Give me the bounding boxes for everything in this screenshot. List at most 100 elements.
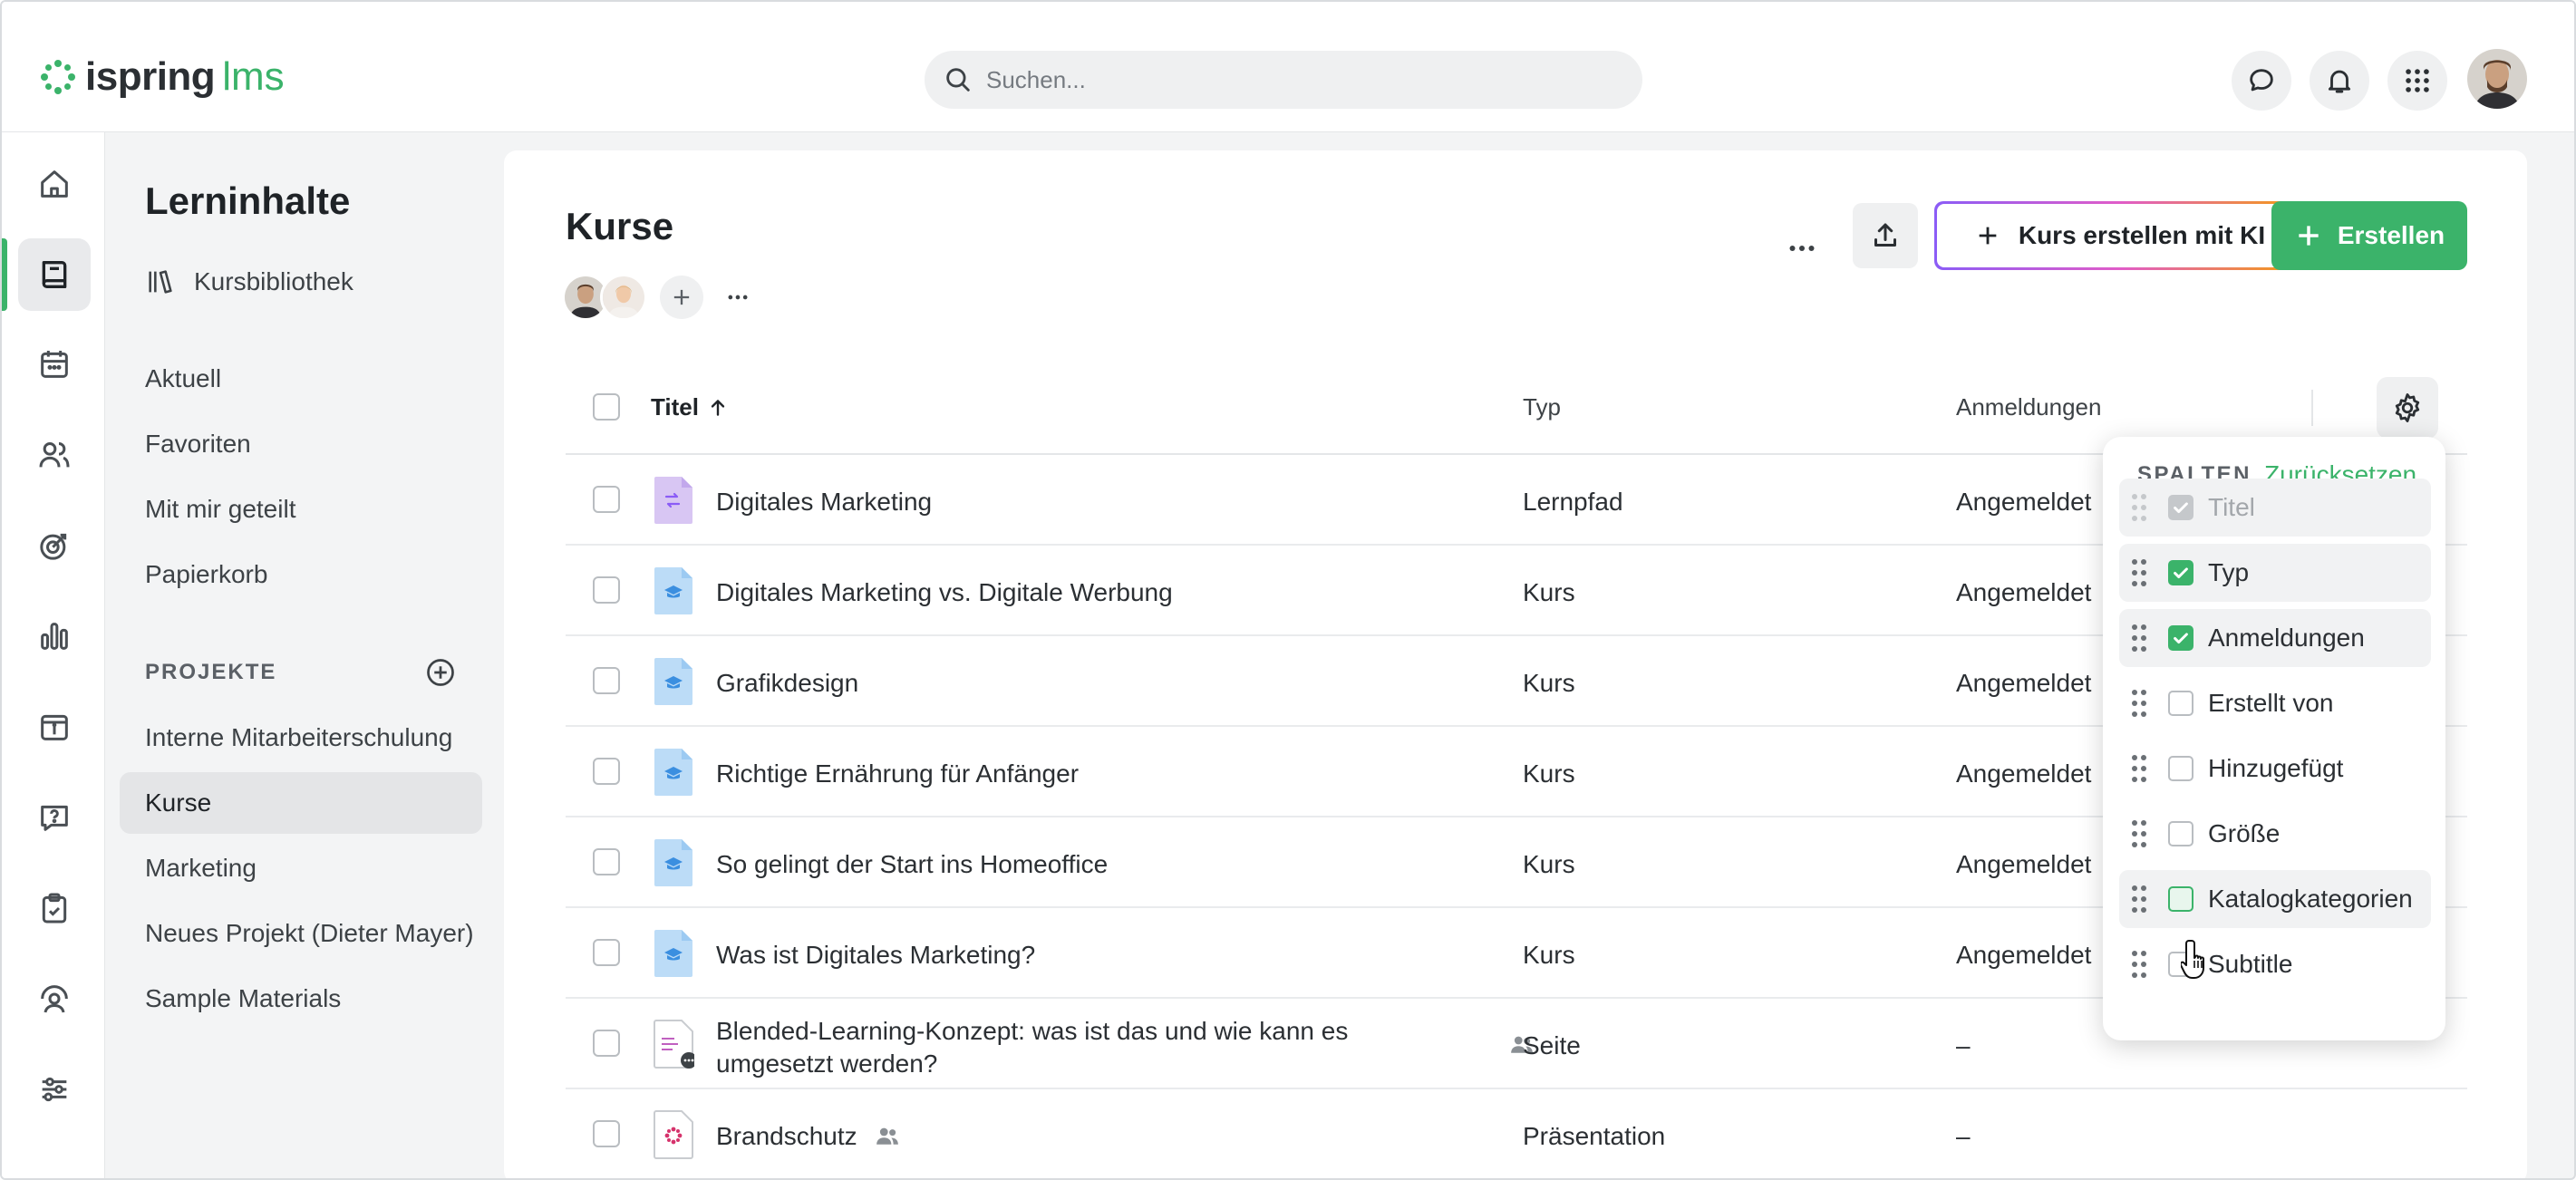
project-item[interactable]: Neues Projekt (Dieter Mayer) [120, 903, 482, 964]
nav-link-shared[interactable]: Mit mir geteilt [145, 495, 295, 524]
table-row[interactable]: Brandschutz Präsentation – [566, 1089, 2467, 1178]
rail-home[interactable] [18, 148, 91, 220]
rail-info[interactable] [18, 691, 91, 763]
row-title[interactable]: Brandschutz [716, 1122, 901, 1151]
row-type: Präsentation [1523, 1122, 1666, 1150]
column-option-checkbox[interactable] [2168, 756, 2193, 781]
project-item[interactable]: Interne Mitarbeiterschulung [120, 707, 482, 769]
rail-reports[interactable] [18, 600, 91, 672]
collaborators-more-button[interactable] [725, 285, 751, 310]
row-title[interactable]: Was ist Digitales Marketing? [716, 941, 1035, 970]
drag-handle-icon[interactable] [2130, 624, 2148, 653]
create-label: Erstellen [2337, 221, 2445, 249]
row-title[interactable]: Digitales Marketing [716, 488, 932, 517]
row-checkbox[interactable] [593, 1120, 620, 1147]
row-checkbox[interactable] [593, 576, 620, 604]
chat-icon [2250, 69, 2273, 92]
row-title[interactable]: So gelingt der Start ins Homeoffice [716, 850, 1108, 879]
column-settings-button[interactable] [2377, 377, 2438, 439]
column-option-checkbox[interactable] [2168, 886, 2193, 912]
chat-button[interactable] [2232, 51, 2291, 111]
page-more-button[interactable] [1773, 219, 1831, 277]
users-icon [39, 442, 70, 468]
rail-questions[interactable] [18, 781, 91, 854]
info-board-icon [41, 714, 68, 740]
nav-link-favorites[interactable]: Favoriten [145, 430, 251, 459]
row-checkbox[interactable] [593, 486, 620, 513]
add-project-icon[interactable] [424, 656, 457, 689]
column-option-checkbox[interactable] [2168, 821, 2193, 846]
apps-button[interactable] [2387, 51, 2447, 111]
notifications-button[interactable] [2310, 51, 2369, 111]
search-input[interactable] [986, 65, 1603, 94]
rail-users[interactable] [18, 419, 91, 491]
column-option[interactable]: Katalogkategorien [2119, 870, 2431, 928]
page-icon [654, 1020, 694, 1069]
drag-handle-icon[interactable] [2130, 885, 2148, 914]
column-option-checkbox[interactable] [2168, 560, 2193, 585]
drag-handle-icon[interactable] [2130, 754, 2148, 783]
column-option[interactable]: Größe [2119, 805, 2431, 863]
rail-tasks[interactable] [18, 872, 91, 944]
course-icon [654, 749, 692, 796]
drag-handle-icon[interactable] [2130, 819, 2148, 848]
course-library-link[interactable]: Kursbibliothek [145, 266, 353, 297]
project-item[interactable]: Marketing [120, 837, 482, 899]
column-option-checkbox[interactable] [2168, 625, 2193, 651]
row-enrollment: Angemeldet [1956, 669, 2092, 697]
rail-goals[interactable] [18, 509, 91, 582]
row-checkbox[interactable] [593, 939, 620, 966]
column-option[interactable]: Subtitle [2119, 935, 2431, 993]
select-all-checkbox[interactable] [593, 393, 620, 421]
create-with-ai-button[interactable]: Kurs erstellen mit KI [1934, 201, 2306, 270]
user-avatar[interactable] [2467, 49, 2527, 109]
drag-handle-icon[interactable] [2130, 950, 2148, 979]
add-collaborator-button[interactable] [660, 276, 703, 319]
rail-calendar[interactable] [18, 328, 91, 401]
nav-link-current[interactable]: Aktuell [145, 364, 221, 393]
row-title[interactable]: Richtige Ernährung für Anfänger [716, 759, 1079, 788]
row-checkbox[interactable] [593, 758, 620, 785]
shared-users-icon [876, 1127, 898, 1145]
row-title[interactable]: Grafikdesign [716, 669, 858, 698]
row-type: Seite [1523, 1031, 1581, 1059]
column-option-checkbox [2168, 495, 2193, 520]
row-enrollment: Angemeldet [1956, 941, 2092, 969]
collaborator-avatar-image [603, 276, 644, 318]
rail-content[interactable] [18, 238, 91, 311]
row-title[interactable]: Digitales Marketing vs. Digitale Werbung [716, 578, 1173, 607]
projects-heading: PROJEKTE [145, 660, 277, 684]
learning-path-icon [654, 477, 692, 524]
search-bar[interactable] [925, 51, 1642, 109]
logo-word: ispring [85, 54, 216, 99]
column-option[interactable]: Hinzugefügt [2119, 740, 2431, 798]
column-header-type[interactable]: Typ [1523, 393, 1561, 421]
row-checkbox[interactable] [593, 848, 620, 875]
rail-profile[interactable] [18, 962, 91, 1035]
collaborator-avatar[interactable] [600, 274, 647, 321]
row-type: Kurs [1523, 850, 1575, 878]
upload-button[interactable] [1853, 203, 1918, 268]
project-item[interactable]: Sample Materials [120, 968, 482, 1030]
row-checkbox[interactable] [593, 667, 620, 694]
ispring-logo[interactable]: ispring lms [40, 54, 285, 100]
column-header-enrollments[interactable]: Anmeldungen [1956, 393, 2101, 421]
nav-link-trash[interactable]: Papierkorb [145, 560, 267, 589]
project-item-active[interactable]: Kurse [120, 772, 482, 834]
row-type: Kurs [1523, 578, 1575, 606]
row-title[interactable]: Blended-Learning-Konzept: was ist das un… [716, 1015, 1441, 1080]
row-title-text: Brandschutz [716, 1122, 857, 1150]
column-option-checkbox[interactable] [2168, 691, 2193, 716]
drag-handle-icon[interactable] [2130, 689, 2148, 718]
rail-settings[interactable] [18, 1053, 91, 1126]
column-option[interactable]: Erstellt von [2119, 674, 2431, 732]
column-option[interactable]: Anmeldungen [2119, 609, 2431, 667]
column-header-title[interactable]: Titel [651, 393, 730, 421]
create-button[interactable]: Erstellen [2271, 201, 2467, 270]
drag-handle-icon[interactable] [2130, 558, 2148, 587]
column-option[interactable]: Typ [2119, 544, 2431, 602]
row-checkbox[interactable] [593, 1030, 620, 1057]
row-title-text: Blended-Learning-Konzept: was ist das un… [716, 1017, 1349, 1078]
plus-icon [1979, 227, 1997, 245]
apps-grid-icon [2406, 69, 2429, 92]
